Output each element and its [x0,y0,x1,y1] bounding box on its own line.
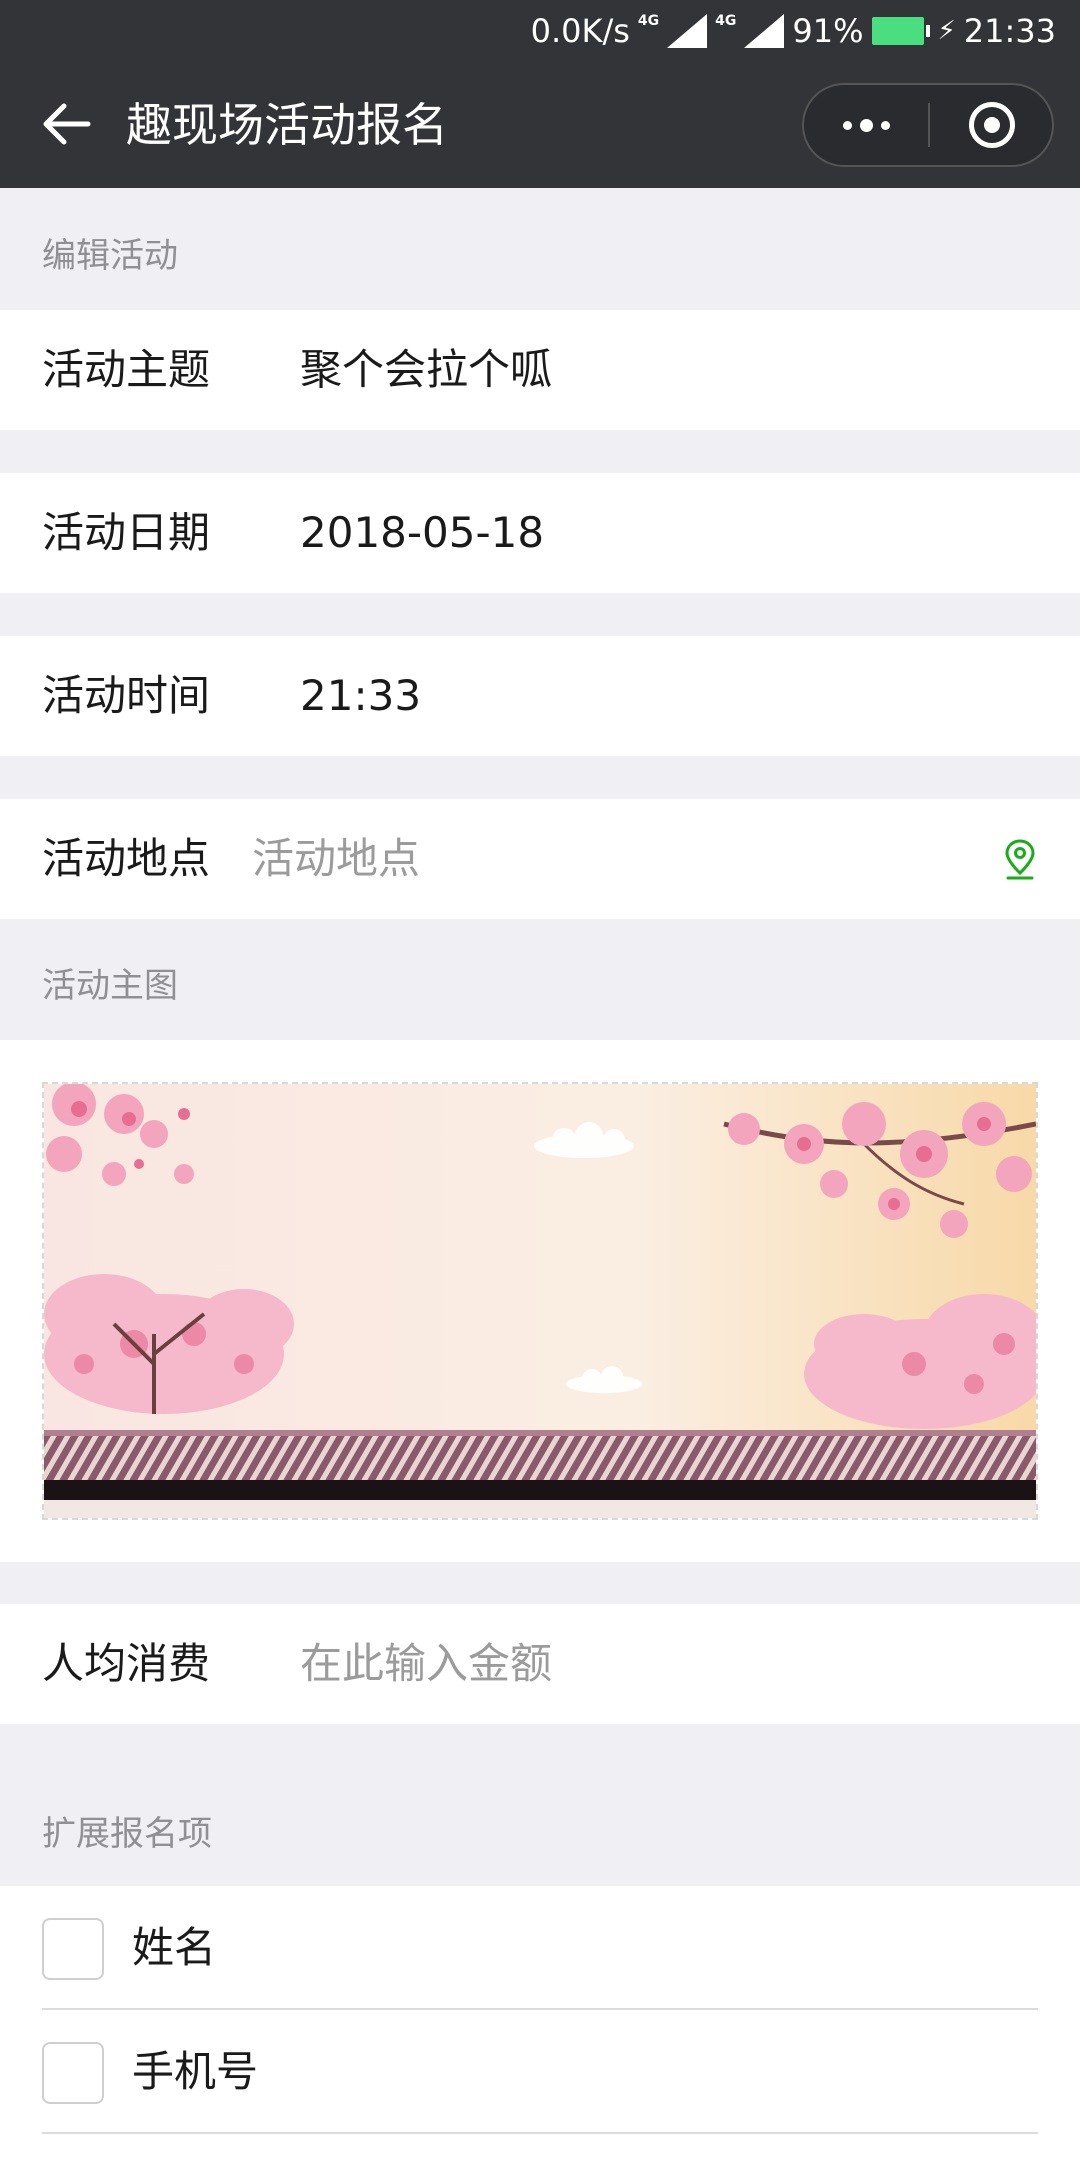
network-type-2: 4G [715,13,737,29]
extend-option-phone[interactable]: 手机号 [42,2010,1038,2134]
clock: 21:33 [963,12,1056,50]
location-label: 活动地点 [42,834,211,883]
date-picker[interactable]: 2018-05-18 [300,473,544,593]
extend-option-name[interactable]: 姓名 [42,1886,1038,2010]
cost-row[interactable]: 人均消费 在此输入金额 [0,1604,1080,1724]
activity-banner-image[interactable] [42,1082,1038,1520]
time-label: 活动时间 [42,671,211,720]
network-type-1: 4G [637,13,660,29]
signal-icon [667,14,708,48]
section-label-edit: 编辑活动 [42,236,178,276]
image-card [0,1040,1080,1562]
status-bar: 0.0K/s 4G 4G 91% ⚡ 21:33 [0,0,1080,62]
section-label-extend: 扩展报名项 [42,1814,212,1854]
more-dots-icon[interactable] [804,85,928,165]
topic-row[interactable]: 活动主题 聚个会拉个呱 [0,310,1080,430]
location-input[interactable]: 活动地点 [252,799,420,919]
date-row[interactable]: 活动日期 2018-05-18 [0,473,1080,593]
divider [42,2132,1038,2134]
network-speed: 0.0K/s [530,12,630,50]
page-title: 趣现场活动报名 [126,98,448,152]
charging-icon: ⚡ [937,16,956,46]
extend-option-label: 手机号 [132,2047,259,2096]
back-arrow-icon[interactable] [40,98,92,150]
signal-icon-2 [744,14,785,48]
nav-bar: 趣现场活动报名 [0,62,1080,188]
battery-icon [871,17,930,45]
time-picker[interactable]: 21:33 [300,636,421,756]
cherry-blossom-illustration [44,1084,1036,1518]
status-bar-right: 0.0K/s 4G 4G 91% ⚡ 21:33 [531,10,1056,52]
section-label-image: 活动主图 [42,966,178,1006]
cost-input[interactable]: 在此输入金额 [300,1604,552,1724]
extend-option-label: 姓名 [132,1923,217,1972]
cost-label: 人均消费 [42,1639,211,1688]
topic-label: 活动主题 [42,345,211,394]
checkbox[interactable] [42,1918,104,1980]
time-row[interactable]: 活动时间 21:33 [0,636,1080,756]
topic-input[interactable]: 聚个会拉个呱 [300,310,552,430]
date-label: 活动日期 [42,508,211,557]
battery-percent: 91% [792,12,864,50]
location-pin-icon[interactable] [1000,837,1040,881]
location-row[interactable]: 活动地点 活动地点 [0,799,1080,919]
extend-options-list: 姓名 手机号 [0,1886,1080,2160]
target-close-icon[interactable] [930,85,1054,165]
checkbox[interactable] [42,2042,104,2104]
mini-program-capsule [802,83,1054,167]
